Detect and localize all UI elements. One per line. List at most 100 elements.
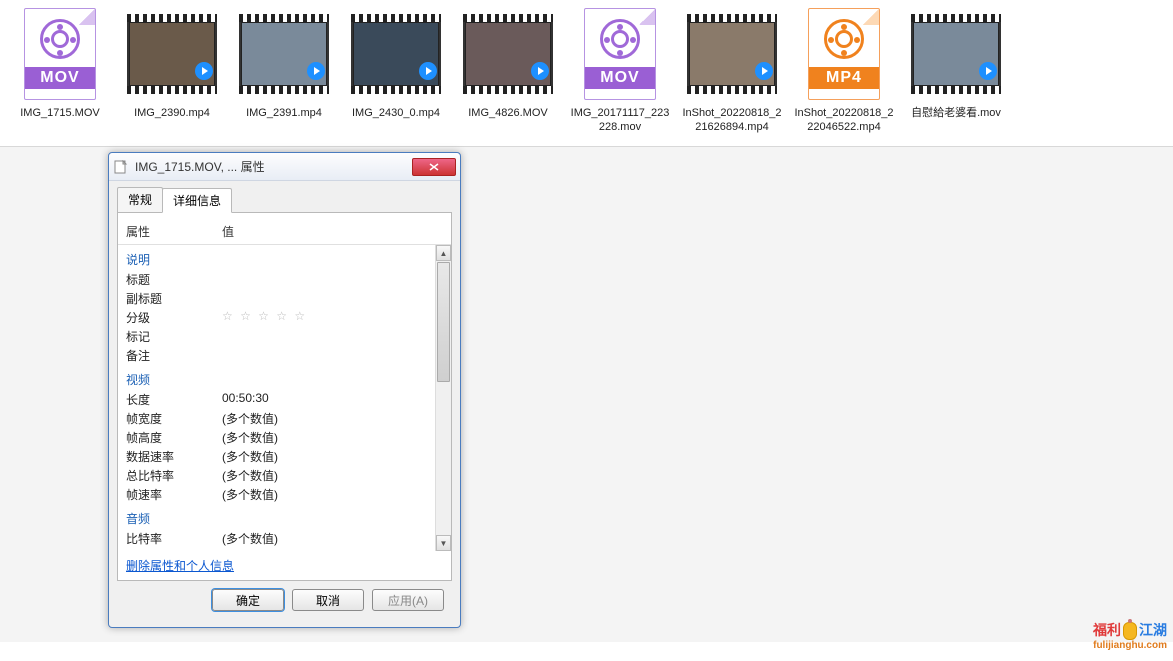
file-grid: MOV IMG_1715.MOV IMG_2390.mp4 IMG_2391.mp4 I…	[0, 0, 1173, 146]
property-name: 分级	[126, 309, 222, 326]
property-value: (多个数值)	[222, 410, 435, 427]
mp4-doc-icon: MP4	[808, 8, 880, 100]
vertical-scrollbar[interactable]: ▲ ▼	[435, 245, 451, 551]
property-scroll-area: 说明标题副标题分级☆ ☆ ☆ ☆ ☆标记备注视频长度00:50:30帧宽度(多个…	[118, 245, 451, 551]
col-property[interactable]: 属性	[126, 223, 222, 240]
property-row[interactable]: 总比特率(多个数值)	[126, 466, 435, 485]
file-item[interactable]: InShot_20220818_221626894.mp4	[676, 4, 788, 136]
property-name: 总比特率	[126, 467, 222, 484]
property-name: 标记	[126, 328, 222, 345]
file-label: IMG_4826.MOV	[468, 106, 547, 120]
file-thumbnail	[684, 6, 780, 102]
file-thumbnail	[348, 6, 444, 102]
property-name: 长度	[126, 391, 222, 408]
property-row[interactable]: 帧速率(多个数值)	[126, 485, 435, 504]
property-row[interactable]: 副标题	[126, 289, 435, 308]
property-row[interactable]: 标记	[126, 327, 435, 346]
dialog-buttons: 确定 取消 应用(A)	[117, 581, 452, 619]
watermark-right: 江湖	[1139, 622, 1167, 638]
property-row[interactable]: 帧宽度(多个数值)	[126, 409, 435, 428]
scroll-up-button[interactable]: ▲	[436, 245, 451, 261]
video-thumbnail	[463, 20, 553, 88]
file-icon	[113, 159, 129, 175]
file-thumbnail	[908, 6, 1004, 102]
property-value: (多个数值)	[222, 530, 435, 547]
property-name: 频道	[126, 549, 222, 551]
play-badge-icon	[419, 62, 437, 80]
property-value: (多个数值)	[222, 467, 435, 484]
property-name: 数据速率	[126, 448, 222, 465]
file-thumbnail	[124, 6, 220, 102]
property-name: 帧宽度	[126, 410, 222, 427]
property-name: 比特率	[126, 530, 222, 547]
file-item[interactable]: IMG_2390.mp4	[116, 4, 228, 136]
lantern-icon	[1123, 622, 1137, 640]
file-label: IMG_2391.mp4	[246, 106, 322, 120]
property-group-head: 音频	[126, 504, 435, 529]
property-value	[222, 271, 435, 288]
rating-stars-icon[interactable]: ☆ ☆ ☆ ☆ ☆	[222, 309, 307, 323]
apply-button[interactable]: 应用(A)	[372, 589, 444, 611]
property-group-head: 视频	[126, 365, 435, 390]
file-item[interactable]: MP4 InShot_20220818_222046522.mp4	[788, 4, 900, 136]
dialog-titlebar[interactable]: IMG_1715.MOV, ... 属性	[109, 153, 460, 181]
property-row[interactable]: 备注	[126, 346, 435, 365]
file-thumbnail	[460, 6, 556, 102]
watermark-left: 福利	[1093, 622, 1121, 638]
property-row[interactable]: 标题	[126, 270, 435, 289]
watermark: 福利江湖 fulijianghu.com	[1093, 620, 1167, 651]
file-item[interactable]: IMG_4826.MOV	[452, 4, 564, 136]
dialog-title: IMG_1715.MOV, ... 属性	[135, 158, 412, 175]
property-value: ☆ ☆ ☆ ☆ ☆	[222, 309, 435, 326]
property-value	[222, 290, 435, 307]
file-label: InShot_20220818_222046522.mp4	[794, 106, 894, 134]
file-item[interactable]: IMG_2430_0.mp4	[340, 4, 452, 136]
property-name: 帧高度	[126, 429, 222, 446]
tab-details[interactable]: 详细信息	[162, 188, 232, 213]
dialog-body: 常规 详细信息 属性 值 说明标题副标题分级☆ ☆ ☆ ☆ ☆标记备注视频长度0…	[109, 181, 460, 627]
file-item[interactable]: MOVIMG_20171117_223228.mov	[564, 4, 676, 136]
remove-properties-link[interactable]: 删除属性和个人信息	[126, 559, 234, 573]
play-badge-icon	[979, 62, 997, 80]
file-thumbnail: MOV	[12, 6, 108, 102]
play-badge-icon	[531, 62, 549, 80]
scroll-thumb[interactable]	[437, 262, 450, 382]
property-value	[222, 328, 435, 345]
property-row[interactable]: 帧高度(多个数值)	[126, 428, 435, 447]
file-label: IMG_20171117_223228.mov	[570, 106, 670, 134]
property-row[interactable]: 比特率(多个数值)	[126, 529, 435, 548]
property-list: 说明标题副标题分级☆ ☆ ☆ ☆ ☆标记备注视频长度00:50:30帧宽度(多个…	[118, 245, 435, 551]
property-value: (多个数值)	[222, 429, 435, 446]
property-row[interactable]: 频道(多个数值)	[126, 548, 435, 551]
scroll-down-button[interactable]: ▼	[436, 535, 451, 551]
property-value: (多个数值)	[222, 549, 435, 551]
video-thumbnail	[127, 20, 217, 88]
ok-button[interactable]: 确定	[212, 589, 284, 611]
cancel-button[interactable]: 取消	[292, 589, 364, 611]
columns-header: 属性 值	[118, 219, 451, 245]
video-thumbnail	[687, 20, 777, 88]
file-label: 自慰給老婆看.mov	[911, 106, 1001, 120]
property-value	[222, 347, 435, 364]
file-item[interactable]: IMG_2391.mp4	[228, 4, 340, 136]
col-value[interactable]: 值	[222, 223, 443, 240]
file-thumbnail	[236, 6, 332, 102]
file-label: IMG_1715.MOV	[20, 106, 99, 120]
property-row[interactable]: 长度00:50:30	[126, 390, 435, 409]
close-button[interactable]	[412, 158, 456, 176]
property-value: 00:50:30	[222, 391, 435, 408]
tab-general[interactable]: 常规	[117, 187, 163, 212]
file-thumbnail: MP4	[796, 6, 892, 102]
property-value: (多个数值)	[222, 448, 435, 465]
property-row[interactable]: 数据速率(多个数值)	[126, 447, 435, 466]
video-thumbnail	[351, 20, 441, 88]
properties-dialog: IMG_1715.MOV, ... 属性 常规 详细信息 属性 值 说明标题副标…	[108, 152, 461, 628]
file-item[interactable]: 自慰給老婆看.mov	[900, 4, 1012, 136]
file-item[interactable]: MOV IMG_1715.MOV	[4, 4, 116, 136]
property-row[interactable]: 分级☆ ☆ ☆ ☆ ☆	[126, 308, 435, 327]
play-badge-icon	[755, 62, 773, 80]
video-thumbnail	[239, 20, 329, 88]
property-name: 帧速率	[126, 486, 222, 503]
play-badge-icon	[195, 62, 213, 80]
tab-strip: 常规 详细信息	[117, 187, 452, 213]
